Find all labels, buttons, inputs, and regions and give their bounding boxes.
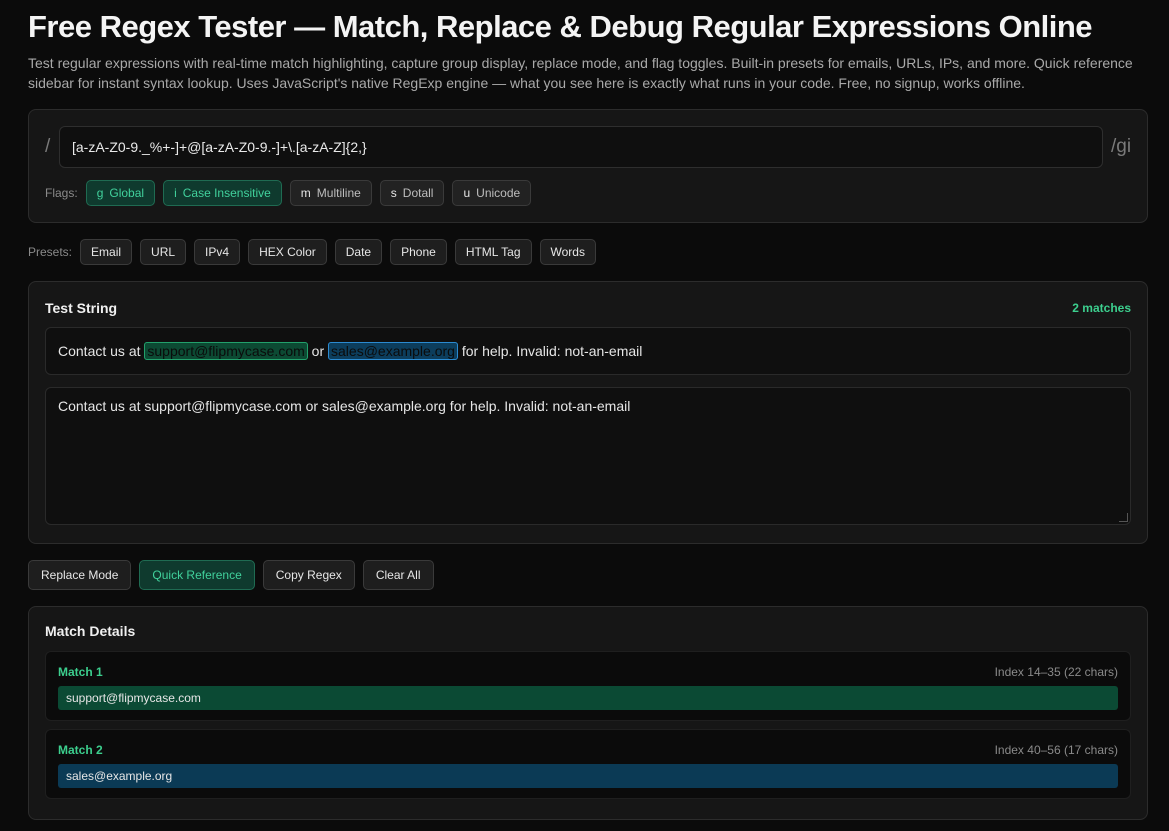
flag-multiline-toggle[interactable]: m Multiline	[289, 180, 372, 206]
test-string-input[interactable]: Contact us at support@flipmycase.com or …	[45, 387, 1131, 525]
test-string-header: Test String 2 matches	[45, 298, 1131, 318]
flag-key: s	[390, 186, 397, 200]
preset-email-button[interactable]: Email	[80, 239, 133, 265]
match-details-title: Match Details	[45, 623, 136, 639]
highlight-text: or	[307, 343, 329, 359]
match-count-badge: 2 matches	[1072, 301, 1131, 315]
test-string-value: Contact us at support@flipmycase.com or …	[58, 398, 631, 414]
preset-ipv4-button[interactable]: IPv4	[194, 239, 241, 265]
resize-handle-icon[interactable]	[1119, 513, 1128, 522]
flag-key: i	[174, 186, 177, 200]
replace-mode-button[interactable]: Replace Mode	[28, 560, 132, 590]
preset-url-button[interactable]: URL	[140, 239, 187, 265]
page-subtitle: Test regular expressions with real-time …	[28, 55, 1133, 91]
regex-card: / [a-zA-Z0-9._%+-]+@[a-zA-Z0-9.-]+\.[a-z…	[28, 109, 1148, 223]
match-item-header: Match 2 Index 40–56 (17 chars)	[58, 741, 1118, 759]
flag-unicode-toggle[interactable]: u Unicode	[452, 180, 532, 206]
flag-label: Multiline	[316, 186, 361, 200]
clear-all-button[interactable]: Clear All	[362, 560, 434, 590]
match-details-card: Match Details Match 1 Index 14–35 (22 ch…	[28, 606, 1148, 820]
preset-phone-button[interactable]: Phone	[390, 239, 447, 265]
flags-row: Flags: g Global i Case Insensitive m Mul…	[45, 180, 1131, 206]
flag-case-insensitive-toggle[interactable]: i Case Insensitive	[163, 180, 282, 206]
quick-reference-button[interactable]: Quick Reference	[139, 560, 255, 590]
page: Free Regex Tester — Match, Replace & Deb…	[28, 8, 1148, 820]
highlighted-match-2: sales@example.org	[328, 342, 458, 360]
preset-words-button[interactable]: Words	[539, 239, 596, 265]
preset-html-tag-button[interactable]: HTML Tag	[454, 239, 532, 265]
match-item: Match 2 Index 40–56 (17 chars) sales@exa…	[45, 729, 1131, 799]
flag-key: g	[96, 186, 104, 200]
flag-label: Global	[109, 186, 145, 200]
flag-key: m	[300, 186, 311, 200]
flag-dotall-toggle[interactable]: s Dotall	[379, 180, 445, 206]
preset-date-button[interactable]: Date	[334, 239, 383, 265]
highlight-text: Contact us at	[58, 343, 145, 359]
highlight-text: for help. Invalid: not-an-email	[457, 343, 643, 359]
match-label: Match 2	[58, 743, 103, 757]
match-item-header: Match 1 Index 14–35 (22 chars)	[58, 663, 1118, 681]
flag-label: Unicode	[476, 186, 521, 200]
match-index: Index 14–35 (22 chars)	[994, 665, 1118, 679]
preset-hex-color-button[interactable]: HEX Color	[248, 239, 327, 265]
page-title: Free Regex Tester — Match, Replace & Deb…	[28, 9, 1093, 44]
match-value: support@flipmycase.com	[58, 686, 1118, 710]
match-highlight-preview: Contact us at support@flipmycase.com or …	[45, 327, 1131, 375]
flag-key: u	[463, 186, 471, 200]
flag-label: Case Insensitive	[182, 186, 271, 200]
match-label: Match 1	[58, 665, 103, 679]
presets-row: Presets: Email URL IPv4 HEX Color Date P…	[28, 239, 1148, 265]
regex-flags-display: /gi	[1111, 136, 1132, 157]
regex-input[interactable]: [a-zA-Z0-9._%+-]+@[a-zA-Z0-9.-]+\.[a-zA-…	[59, 126, 1103, 168]
regex-row: / [a-zA-Z0-9._%+-]+@[a-zA-Z0-9.-]+\.[a-z…	[45, 126, 1131, 168]
match-item: Match 1 Index 14–35 (22 chars) support@f…	[45, 651, 1131, 721]
action-row: Replace Mode Quick Reference Copy Regex …	[28, 560, 1148, 590]
test-string-card: Test String 2 matches Contact us at supp…	[28, 281, 1148, 544]
match-value: sales@example.org	[58, 764, 1118, 788]
flags-label: Flags:	[45, 186, 78, 200]
test-string-title: Test String	[45, 300, 118, 316]
presets-label: Presets:	[28, 245, 73, 259]
copy-regex-button[interactable]: Copy Regex	[262, 560, 355, 590]
match-index: Index 40–56 (17 chars)	[994, 743, 1118, 757]
highlighted-match-1: support@flipmycase.com	[144, 342, 308, 360]
flag-label: Dotall	[402, 186, 434, 200]
regex-open-slash: /	[45, 136, 51, 157]
flag-global-toggle[interactable]: g Global	[85, 180, 156, 206]
